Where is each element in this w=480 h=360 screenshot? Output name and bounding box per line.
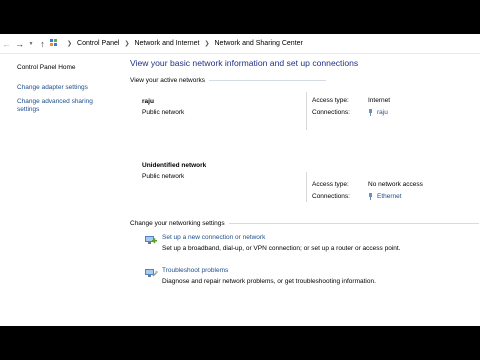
chevron-right-icon: ❯ [67, 41, 73, 47]
new-connection-icon [144, 234, 158, 246]
divider [306, 92, 307, 130]
change-settings-header-label: Change your networking settings [130, 220, 225, 227]
access-type-value: No network access [368, 180, 423, 188]
setup-connection-link[interactable]: Set up a new connection or network [162, 234, 400, 241]
forward-arrow-icon[interactable]: → [13, 37, 26, 51]
change-advanced-sharing-link[interactable]: Change advanced sharing settings [17, 98, 117, 115]
access-type-value: Internet [368, 96, 391, 104]
network-entry: raju Public network [142, 98, 184, 116]
dropdown-icon[interactable]: ▼ [26, 37, 36, 51]
address-bar: ← → ▼ ↑ ❯ Control Panel ❯ Network and In… [0, 34, 480, 54]
divider [228, 223, 479, 224]
breadcrumb-network-sharing-center[interactable]: Network and Sharing Center [215, 40, 303, 47]
main-content: View your basic network information and … [130, 58, 479, 285]
breadcrumb-control-panel[interactable]: Control Panel [77, 40, 119, 47]
chevron-right-icon: ❯ [204, 41, 210, 47]
change-adapter-settings-link[interactable]: Change adapter settings [17, 84, 117, 93]
network-name: raju [142, 98, 154, 105]
network-type[interactable]: Public network [142, 109, 184, 116]
network-properties: Access type: No network access Connectio… [312, 178, 423, 202]
setup-connection-task: Set up a new connection or network Set u… [144, 234, 400, 252]
troubleshoot-icon [144, 267, 158, 279]
active-networks-header-label: View your active networks [130, 77, 206, 84]
network-plug-icon [368, 108, 373, 116]
chevron-right-icon: ❯ [124, 41, 130, 47]
left-pane: Control Panel Home Change adapter settin… [17, 64, 117, 115]
breadcrumb-network-internet[interactable]: Network and Internet [134, 40, 199, 47]
control-panel-home-link[interactable]: Control Panel Home [17, 64, 117, 71]
connection-link[interactable]: Ethernet [368, 192, 402, 200]
network-name: Unidentified network [142, 162, 207, 169]
back-arrow-icon[interactable]: ← [0, 37, 13, 51]
connection-name[interactable]: raju [377, 109, 388, 116]
connections-label: Connections: [312, 108, 350, 116]
network-properties: Access type: Internet Connections: raju [312, 94, 390, 118]
control-panel-icon [50, 39, 59, 48]
connection-name[interactable]: Ethernet [377, 193, 402, 200]
access-type-label: Access type: [312, 96, 349, 104]
network-plug-icon [368, 192, 373, 200]
divider [209, 80, 327, 81]
up-arrow-icon[interactable]: ↑ [36, 37, 49, 51]
page-title: View your basic network information and … [130, 58, 359, 68]
active-networks-header: View your active networks [130, 77, 327, 84]
network-entry: Unidentified network Public network [142, 162, 206, 180]
troubleshoot-link[interactable]: Troubleshoot problems [162, 267, 376, 274]
divider [306, 172, 307, 202]
network-type: Public network [142, 173, 185, 180]
access-type-label: Access type: [312, 180, 349, 188]
change-settings-header: Change your networking settings [130, 220, 479, 227]
connection-link[interactable]: raju [368, 108, 388, 116]
network-sharing-center-window: ← → ▼ ↑ ❯ Control Panel ❯ Network and In… [0, 34, 480, 326]
connections-label: Connections: [312, 192, 350, 200]
troubleshoot-task: Troubleshoot problems Diagnose and repai… [144, 267, 376, 285]
troubleshoot-desc: Diagnose and repair network problems, or… [162, 278, 376, 285]
setup-connection-desc: Set up a broadband, dial-up, or VPN conn… [162, 245, 401, 252]
